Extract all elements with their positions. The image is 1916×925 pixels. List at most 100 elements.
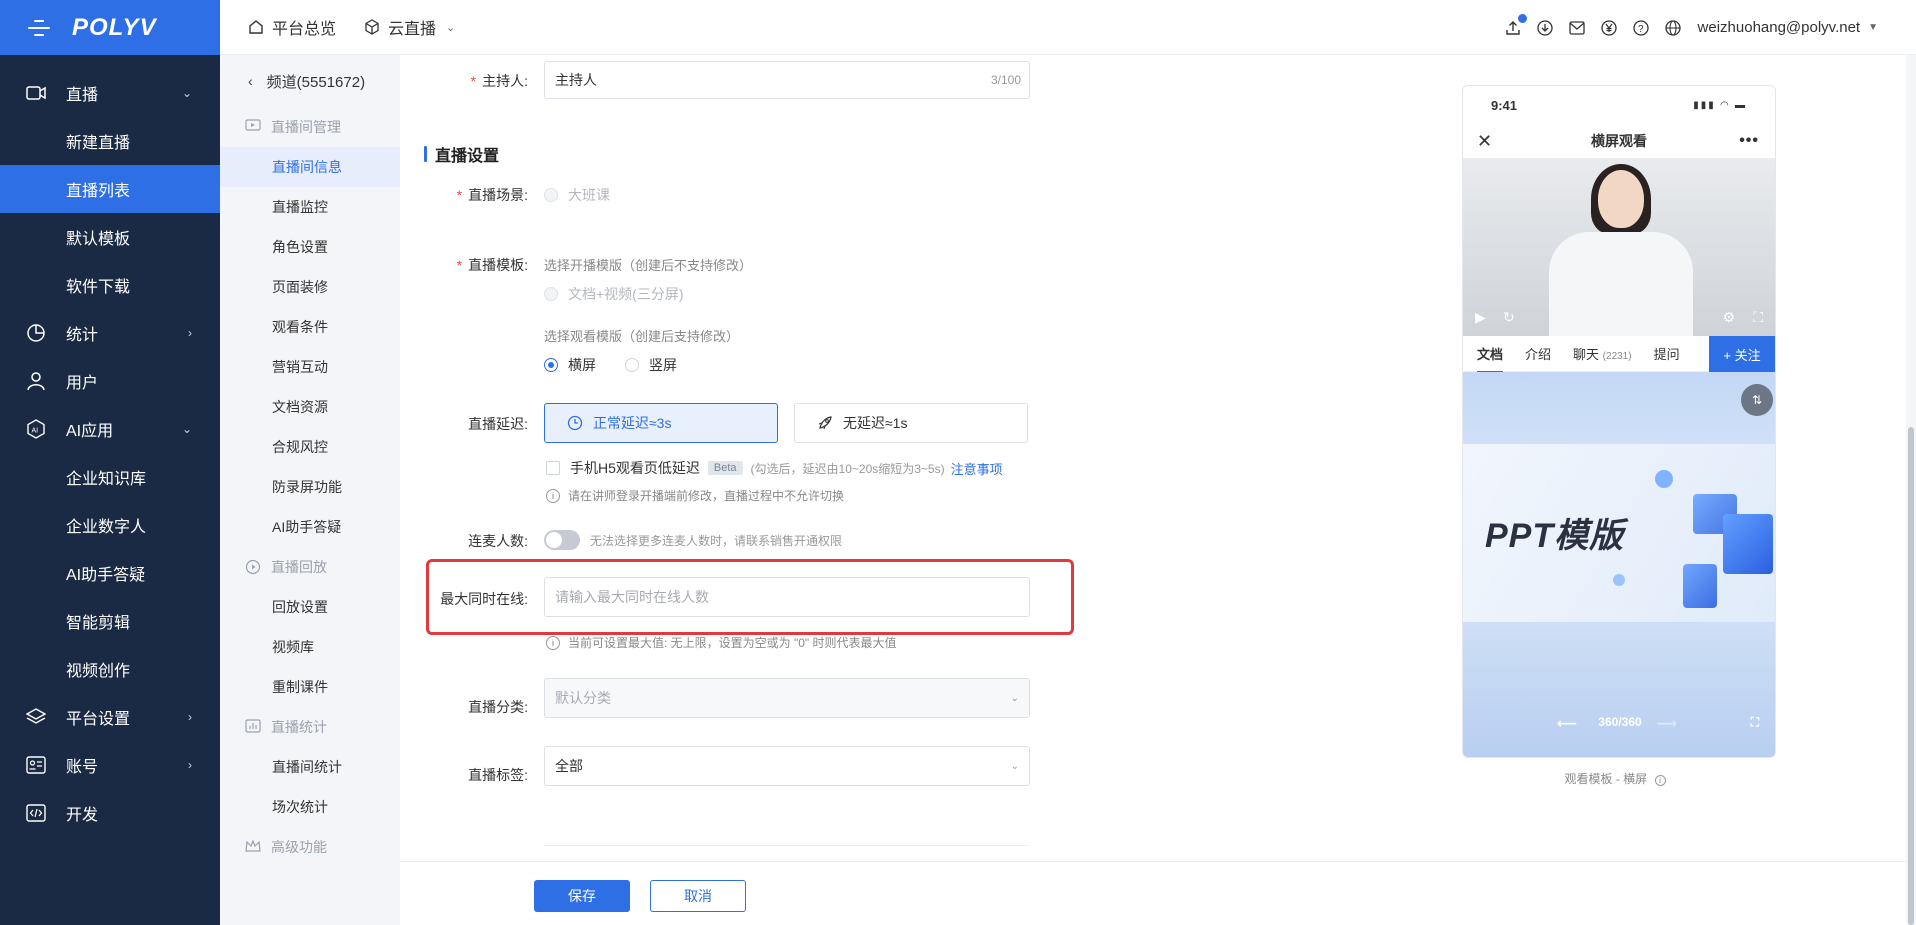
category-select[interactable]: 默认分类 ⌄ bbox=[544, 678, 1030, 718]
fullscreen-icon[interactable]: ⛶ bbox=[1751, 715, 1759, 730]
svg-text:AI: AI bbox=[32, 428, 39, 435]
nav-sub-ai-assistant[interactable]: AI助手答疑 bbox=[0, 549, 220, 597]
nav-item-dev[interactable]: 开发 bbox=[0, 789, 220, 837]
nav-platform-overview[interactable]: 平台总览 bbox=[248, 15, 336, 39]
mic-label: 连麦人数: bbox=[468, 533, 528, 549]
rotate-icon[interactable]: ⇅ bbox=[1741, 384, 1773, 416]
nav-item-ai[interactable]: AI AI应用 ⌄ bbox=[0, 405, 220, 453]
nav-sub-new-live[interactable]: 新建直播 bbox=[0, 117, 220, 165]
divider bbox=[544, 845, 1030, 846]
sub-item-room-stats[interactable]: 直播间统计 bbox=[220, 747, 400, 787]
video-player[interactable]: ▶ ↻ ⚙ ⛶ bbox=[1463, 158, 1775, 336]
user-account[interactable]: weizhuohang@polyv.net bbox=[1698, 19, 1861, 36]
nav-sub-live-list[interactable]: 直播列表 bbox=[0, 165, 220, 213]
sub-item-roles[interactable]: 角色设置 bbox=[220, 227, 400, 267]
caret-down-icon[interactable]: ▼ bbox=[1868, 22, 1878, 33]
arrow-right-icon[interactable]: ⟶ bbox=[1657, 715, 1677, 732]
menu-icon[interactable] bbox=[28, 19, 50, 36]
nav-sub-smart-clip[interactable]: 智能剪辑 bbox=[0, 597, 220, 645]
nav-item-platform-settings[interactable]: 平台设置 › bbox=[0, 693, 220, 741]
nav-sub-knowledge-base[interactable]: 企业知识库 bbox=[0, 453, 220, 501]
crown-icon bbox=[245, 839, 261, 855]
chevron-down-icon: ⌄ bbox=[181, 422, 192, 436]
bar-chart-icon bbox=[245, 719, 261, 735]
layers-icon bbox=[26, 707, 46, 727]
nav-item-stats[interactable]: 统计 › bbox=[0, 309, 220, 357]
globe-icon[interactable] bbox=[1664, 19, 1682, 37]
sub-item-monitor[interactable]: 直播监控 bbox=[220, 187, 400, 227]
settings-icon[interactable]: ⚙ bbox=[1722, 309, 1735, 326]
nav-cloud-live[interactable]: 云直播 ⌄ bbox=[364, 15, 455, 39]
yen-icon[interactable] bbox=[1600, 19, 1618, 37]
info-icon: i bbox=[546, 635, 560, 650]
info-icon: i bbox=[1654, 775, 1666, 786]
cancel-button[interactable]: 取消 bbox=[650, 880, 746, 912]
back-to-channel[interactable]: ‹ 频道(5551672) bbox=[220, 55, 400, 107]
follow-button[interactable]: + 关注 bbox=[1709, 336, 1775, 372]
id-card-icon bbox=[26, 755, 46, 775]
chevron-down-icon: ⌄ bbox=[446, 21, 456, 34]
group-title: 直播回放 bbox=[271, 559, 327, 575]
download-icon[interactable] bbox=[1536, 19, 1554, 37]
sub-item-remake-courseware[interactable]: 重制课件 bbox=[220, 667, 400, 707]
mic-toggle[interactable] bbox=[544, 530, 580, 550]
tag-select[interactable]: 全部 ⌄ bbox=[544, 746, 1030, 786]
sub-item-docs[interactable]: 文档资源 bbox=[220, 387, 400, 427]
watch-template-landscape[interactable]: 横屏 bbox=[544, 355, 596, 375]
host-input[interactable]: 主持人 3/100 bbox=[544, 61, 1030, 99]
upload-icon[interactable] bbox=[1504, 13, 1527, 37]
close-icon[interactable]: ✕ bbox=[1477, 131, 1492, 152]
nav-sub-default-template[interactable]: 默认模板 bbox=[0, 213, 220, 261]
user-icon bbox=[26, 371, 46, 391]
sub-item-ai-assistant[interactable]: AI助手答疑 bbox=[220, 507, 400, 547]
arrow-left-icon[interactable]: ⟵ bbox=[1557, 715, 1577, 732]
h5-low-latency-checkbox[interactable] bbox=[546, 461, 560, 475]
watch-template-portrait[interactable]: 竖屏 bbox=[625, 355, 677, 375]
nav-sub-video-creation[interactable]: 视频创作 bbox=[0, 645, 220, 693]
phone-tab-chat[interactable]: 聊天 (2231) bbox=[1573, 344, 1632, 363]
sub-item-anti-record[interactable]: 防录屏功能 bbox=[220, 467, 400, 507]
home-icon bbox=[248, 19, 264, 35]
sub-item-compliance[interactable]: 合规风控 bbox=[220, 427, 400, 467]
sub-item-page-decor[interactable]: 页面装修 bbox=[220, 267, 400, 307]
delay-normal-option[interactable]: 正常延迟≈3s bbox=[544, 403, 778, 443]
notes-link[interactable]: 注意事项 bbox=[951, 459, 1003, 478]
logo-bar: POLYV bbox=[0, 0, 220, 55]
sub-item-watch-conditions[interactable]: 观看条件 bbox=[220, 307, 400, 347]
nav-item-account[interactable]: 账号 › bbox=[0, 741, 220, 789]
nav-label: 开发 bbox=[66, 807, 99, 824]
help-icon[interactable]: ? bbox=[1632, 19, 1650, 37]
delay-none-option[interactable]: 无延迟≈1s bbox=[794, 403, 1028, 443]
nav-item-users[interactable]: 用户 bbox=[0, 357, 220, 405]
sub-item-marketing[interactable]: 营销互动 bbox=[220, 347, 400, 387]
group-title: 高级功能 bbox=[271, 839, 327, 855]
nav-label: 平台设置 bbox=[66, 711, 131, 728]
form-footer: 保存 取消 bbox=[400, 861, 1916, 925]
save-button[interactable]: 保存 bbox=[534, 880, 630, 912]
sub-item-video-library[interactable]: 视频库 bbox=[220, 627, 400, 667]
replay-icon bbox=[245, 559, 261, 575]
group-title: 直播统计 bbox=[271, 719, 327, 735]
delay-info: i 请在讲师登录开播端前修改，直播过程中不允许切换 bbox=[546, 487, 844, 504]
sub-item-session-stats[interactable]: 场次统计 bbox=[220, 787, 400, 827]
play-icon[interactable]: ▶ bbox=[1475, 309, 1486, 326]
more-icon[interactable]: ••• bbox=[1739, 132, 1759, 150]
page-scrollbar[interactable] bbox=[1906, 55, 1916, 925]
chevron-down-icon: ⌄ bbox=[181, 86, 192, 100]
phone-tab-intro[interactable]: 介绍 bbox=[1525, 344, 1551, 363]
mic-row: 无法选择更多连麦人数时，请联系销售开通权限 bbox=[544, 530, 842, 550]
nav-item-live[interactable]: 直播 ⌄ bbox=[0, 69, 220, 117]
nav-sub-digital-human[interactable]: 企业数字人 bbox=[0, 501, 220, 549]
scrollbar-thumb[interactable] bbox=[1908, 427, 1914, 925]
nav-sub-software-download[interactable]: 软件下载 bbox=[0, 261, 220, 309]
phone-tab-doc[interactable]: 文档 bbox=[1477, 344, 1504, 373]
group-room-management: 直播间管理 bbox=[220, 107, 400, 147]
sub-item-room-info[interactable]: 直播间信息 bbox=[220, 147, 400, 187]
mail-icon[interactable] bbox=[1568, 19, 1586, 37]
sub-item-replay-settings[interactable]: 回放设置 bbox=[220, 587, 400, 627]
chevron-right-icon: › bbox=[188, 326, 192, 340]
refresh-icon[interactable]: ↻ bbox=[1503, 309, 1515, 326]
fullscreen-icon[interactable]: ⛶ bbox=[1753, 309, 1763, 326]
top-bar: 平台总览 云直播 ⌄ ? weizhuohang@polyv.net ▼ bbox=[220, 0, 1916, 55]
phone-tab-question[interactable]: 提问 bbox=[1654, 344, 1680, 363]
